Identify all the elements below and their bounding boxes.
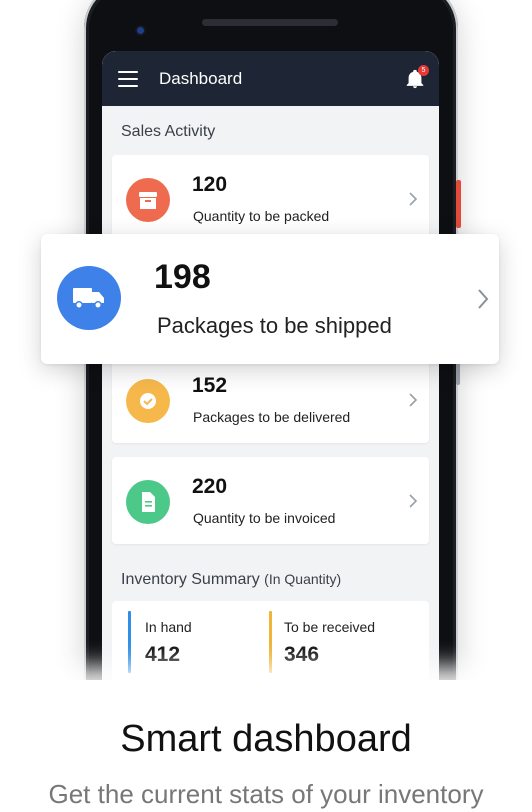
in-hand-label: In hand — [145, 619, 192, 635]
card-value: 198 — [154, 258, 211, 296]
chevron-right-icon — [478, 289, 489, 309]
card-quantity-to-be-packed[interactable]: 120 Quantity to be packed — [112, 155, 429, 242]
app-screen: Dashboard 5 Sales Activity 120 Quantity … — [102, 51, 439, 691]
menu-icon[interactable] — [118, 71, 138, 87]
inventory-summary-card: In hand 412 To be received 346 — [112, 601, 429, 691]
card-value: 220 — [192, 475, 228, 498]
in-hand-value: 412 — [145, 643, 181, 666]
app-bar-title: Dashboard — [159, 69, 243, 88]
power-button — [456, 180, 461, 228]
chevron-right-icon — [409, 393, 418, 407]
in-hand-bar — [128, 611, 131, 673]
card-label: Packages to be shipped — [157, 313, 392, 338]
phone-speaker — [202, 19, 338, 26]
inventory-title: Inventory Summary — [121, 571, 260, 588]
marketing-subline: Get the current stats of your inventory — [48, 779, 484, 809]
inventory-summary-title: Inventory Summary (In Quantity) — [121, 571, 341, 589]
to-be-received-value: 346 — [284, 643, 320, 666]
inventory-subtitle: (In Quantity) — [264, 571, 342, 587]
card-packages-to-be-shipped[interactable]: 198 Packages to be shipped — [41, 234, 499, 364]
package-box-icon — [126, 178, 170, 222]
truck-icon — [57, 266, 121, 330]
card-label: Quantity to be invoiced — [193, 510, 336, 526]
to-be-received-label: To be received — [284, 619, 376, 635]
card-quantity-to-be-invoiced[interactable]: 220 Quantity to be invoiced — [112, 457, 429, 544]
to-be-received-bar — [269, 611, 272, 673]
card-label: Quantity to be packed — [193, 208, 330, 224]
card-value: 152 — [192, 374, 228, 397]
notification-badge: 5 — [418, 65, 429, 76]
chevron-right-icon — [409, 192, 418, 206]
check-circle-icon — [126, 379, 170, 423]
card-value: 120 — [192, 173, 228, 196]
app-bar: Dashboard 5 — [102, 51, 439, 106]
phone-camera — [137, 27, 144, 34]
card-label: Packages to be delivered — [193, 409, 351, 425]
sales-activity-title: Sales Activity — [121, 123, 216, 140]
marketing-headline: Smart dashboard — [120, 718, 412, 760]
document-icon — [126, 480, 170, 524]
card-packages-to-be-delivered[interactable]: 152 Packages to be delivered — [112, 356, 429, 443]
chevron-right-icon — [409, 494, 418, 508]
